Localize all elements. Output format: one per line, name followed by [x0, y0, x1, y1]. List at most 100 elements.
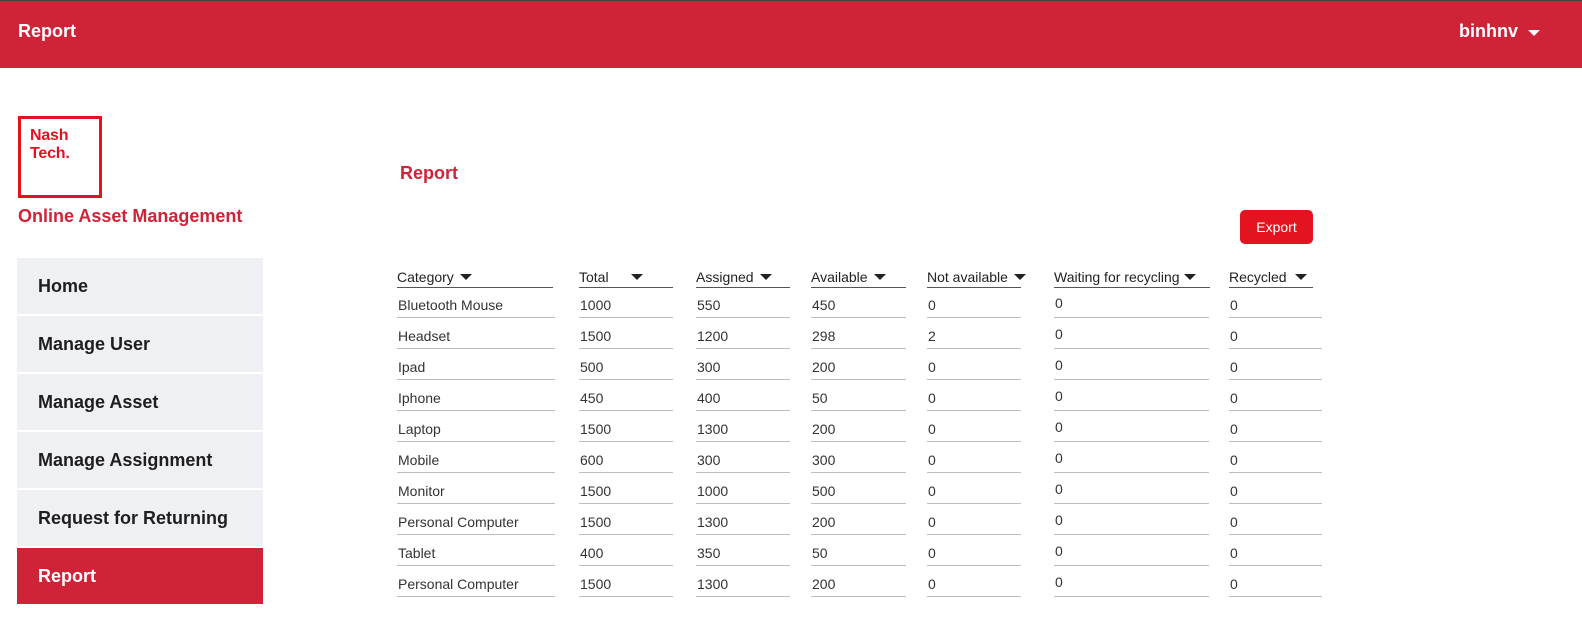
table-cell-category: Bluetooth Mouse [397, 296, 555, 318]
column-header-not-available[interactable]: Not available [927, 266, 1026, 288]
table-cell-waiting-for-recycling: 0 [1054, 419, 1209, 442]
table-cell-category: Headset [397, 327, 555, 349]
table-cell-available: 450 [811, 296, 906, 318]
column-header-label: Available [811, 268, 868, 285]
column-header-waiting-for-recycling[interactable]: Waiting for recycling [1054, 266, 1210, 288]
column-header-label: Total [579, 268, 609, 285]
export-button[interactable]: Export [1240, 210, 1313, 244]
table-cell-assigned: 1300 [696, 420, 790, 442]
sidebar-item-manage-asset[interactable]: Manage Asset [17, 374, 263, 430]
table-cell-waiting-for-recycling: 0 [1054, 574, 1209, 597]
table-cell-total: 1500 [579, 482, 673, 504]
table-cell-not-available: 0 [927, 358, 1021, 380]
sidebar-item-request-for-returning[interactable]: Request for Returning [17, 490, 263, 546]
table-cell-assigned: 1200 [696, 327, 790, 349]
table-cell-recycled: 0 [1229, 296, 1322, 318]
table-cell-waiting-for-recycling: 0 [1054, 357, 1209, 380]
user-menu[interactable]: binhnv [1459, 21, 1540, 42]
table-cell-total: 600 [579, 451, 673, 473]
chevron-down-icon [1528, 30, 1540, 36]
table-cell-not-available: 0 [927, 420, 1021, 442]
table-cell-total: 450 [579, 389, 673, 411]
logo: Nash Tech. [18, 116, 102, 198]
table-cell-assigned: 1000 [696, 482, 790, 504]
table-cell-category: Personal Computer [397, 575, 555, 597]
page-title: Report [400, 163, 458, 183]
table-cell-waiting-for-recycling: 0 [1054, 543, 1209, 566]
table-cell-available: 298 [811, 327, 906, 349]
table-cell-recycled: 0 [1229, 327, 1322, 349]
logo-text: Nash Tech. [30, 127, 70, 163]
sidebar-nav: Home Manage User Manage Asset Manage Ass… [17, 258, 263, 606]
table-cell-category: Personal Computer [397, 513, 555, 535]
table-cell-waiting-for-recycling: 0 [1054, 295, 1209, 318]
table-cell-assigned: 300 [696, 358, 790, 380]
table-cell-not-available: 0 [927, 296, 1021, 318]
table-cell-assigned: 350 [696, 544, 790, 566]
table-cell-assigned: 550 [696, 296, 790, 318]
table-cell-available: 200 [811, 575, 906, 597]
table-cell-waiting-for-recycling: 0 [1054, 481, 1209, 504]
table-cell-total: 400 [579, 544, 673, 566]
table-cell-available: 200 [811, 358, 906, 380]
table-cell-available: 300 [811, 451, 906, 473]
app-name: Online Asset Management [18, 206, 243, 226]
sidebar-item-manage-user[interactable]: Manage User [17, 316, 263, 372]
table-cell-recycled: 0 [1229, 451, 1322, 473]
table-cell-recycled: 0 [1229, 575, 1322, 597]
table-cell-category: Mobile [397, 451, 555, 473]
column-header-label: Assigned [696, 268, 754, 285]
table-cell-not-available: 0 [927, 482, 1021, 504]
table-cell-not-available: 0 [927, 451, 1021, 473]
column-header-recycled[interactable]: Recycled [1229, 266, 1313, 288]
table-cell-assigned: 1300 [696, 575, 790, 597]
table-cell-assigned: 300 [696, 451, 790, 473]
table-cell-category: Ipad [397, 358, 555, 380]
column-header-available[interactable]: Available [811, 266, 906, 288]
sidebar-item-home[interactable]: Home [17, 258, 263, 314]
table-cell-assigned: 1300 [696, 513, 790, 535]
table-cell-total: 1500 [579, 513, 673, 535]
sort-caret-icon [759, 273, 772, 280]
sort-caret-icon [1013, 273, 1026, 280]
table-cell-waiting-for-recycling: 0 [1054, 450, 1209, 473]
sidebar-item-manage-assignment[interactable]: Manage Assignment [17, 432, 263, 488]
table-cell-category: Monitor [397, 482, 555, 504]
table-cell-not-available: 0 [927, 575, 1021, 597]
table-cell-recycled: 0 [1229, 482, 1322, 504]
column-header-label: Recycled [1229, 268, 1287, 285]
table-cell-available: 200 [811, 513, 906, 535]
table-cell-waiting-for-recycling: 0 [1054, 388, 1209, 411]
table-cell-recycled: 0 [1229, 544, 1322, 566]
column-header-assigned[interactable]: Assigned [696, 266, 790, 288]
logo-line-2: Tech. [30, 145, 70, 162]
table-cell-assigned: 400 [696, 389, 790, 411]
logo-line-1: Nash [30, 127, 69, 144]
table-cell-not-available: 2 [927, 327, 1021, 349]
column-header-label: Waiting for recycling [1054, 268, 1180, 285]
table-cell-not-available: 0 [927, 544, 1021, 566]
table-cell-recycled: 0 [1229, 513, 1322, 535]
table-cell-total: 500 [579, 358, 673, 380]
table-cell-total: 1000 [579, 296, 673, 318]
sort-caret-icon [630, 273, 643, 280]
table-cell-available: 200 [811, 420, 906, 442]
sort-caret-icon [873, 273, 886, 280]
column-header-total[interactable]: Total [579, 266, 673, 288]
table-cell-not-available: 0 [927, 389, 1021, 411]
column-header-label: Category [397, 268, 454, 285]
header-title: Report [18, 21, 76, 41]
table-cell-not-available: 0 [927, 513, 1021, 535]
table-cell-waiting-for-recycling: 0 [1054, 512, 1209, 535]
table-cell-recycled: 0 [1229, 389, 1322, 411]
top-bar: Report binhnv [0, 0, 1582, 68]
table-cell-category: Laptop [397, 420, 555, 442]
table-cell-total: 1500 [579, 327, 673, 349]
table-cell-waiting-for-recycling: 0 [1054, 326, 1209, 349]
table-cell-available: 50 [811, 389, 906, 411]
table-cell-recycled: 0 [1229, 358, 1322, 380]
sidebar-item-report[interactable]: Report [17, 548, 263, 604]
column-header-category[interactable]: Category [397, 266, 553, 288]
table-cell-available: 500 [811, 482, 906, 504]
sort-caret-icon [1183, 273, 1196, 280]
